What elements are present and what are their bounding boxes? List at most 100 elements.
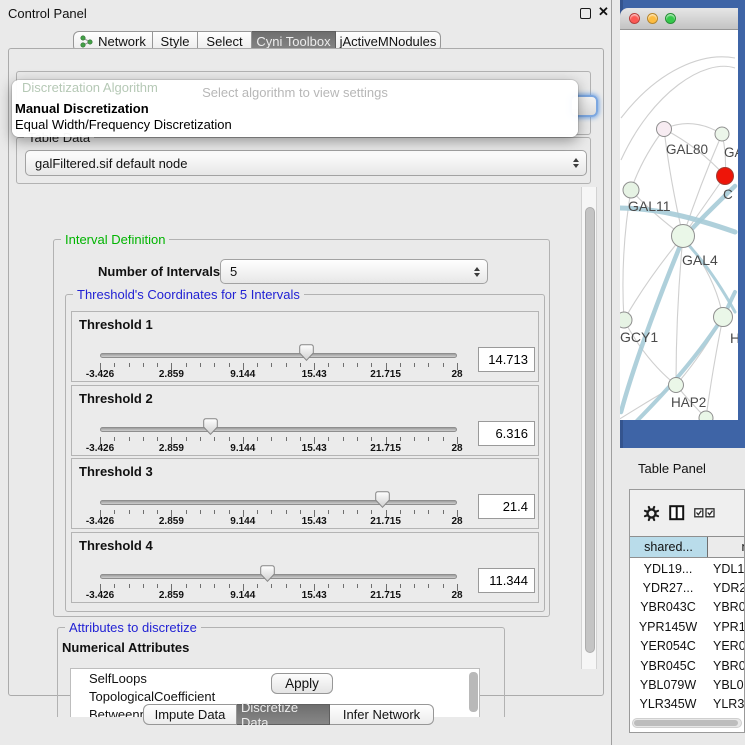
slider-tick [214,437,215,441]
threshold-value-field[interactable]: 6.316 [478,421,535,446]
slider-thumb[interactable] [260,565,275,582]
column-header[interactable]: na [707,537,745,557]
bottom-tab-bar: Impute DataDiscretize DataInfer Network [143,704,434,725]
panel-title: Control Panel [8,6,87,21]
apply-button[interactable]: Apply [271,673,333,694]
attr-list-scrollbar[interactable] [469,672,478,712]
tick-label: 2.859 [159,590,184,601]
network-node[interactable] [714,308,733,327]
cell-shared-name: YBR043C [630,600,706,614]
panel-scrollbar[interactable] [581,187,597,669]
slider-tick [186,510,187,514]
interval-definition-group: Interval Definition Number of Intervals … [53,239,550,617]
network-node[interactable] [715,127,729,141]
slider-tick [186,437,187,441]
slider-tick [443,437,444,441]
tab-label: jActiveMNodules [340,34,437,49]
split-columns-icon[interactable] [669,505,685,521]
table-hscrollbar-thumb[interactable] [634,720,738,726]
slider-thumb[interactable] [375,491,390,508]
algorithm-option[interactable]: Manual Discretization [15,101,149,116]
select-columns-icons[interactable] [694,508,716,518]
panel-scrollbar-thumb[interactable] [585,207,595,653]
cell-name: YBL0 [706,678,744,692]
thresholds-group: Threshold's Coordinates for 5 Intervals … [65,294,545,612]
tick-label: 15.43 [302,369,327,380]
table-row[interactable]: YLR345WYLR3 [630,695,745,714]
network-node[interactable] [657,122,672,137]
control-panel: Control Panel ✕ NetworkStyleSelectCyni T… [0,0,612,745]
threshold-value-field[interactable]: 14.713 [478,347,535,372]
slider-tick [114,437,115,441]
slider-tick [343,363,344,367]
combo-stepper-icon [474,267,480,277]
slider-tick [214,510,215,514]
combo-stepper-icon [573,158,579,168]
threshold-label: Threshold 2 [79,391,153,406]
slider-tick [328,437,329,441]
threshold-value-field[interactable]: 11.344 [478,568,535,593]
table-row[interactable]: YDL19...YDL1 [630,559,745,578]
table-data-combo[interactable]: galFiltered.sif default node [25,150,587,176]
tick-label: 15.43 [302,516,327,527]
tick-label: 9.144 [230,590,255,601]
close-traffic-light[interactable] [629,13,640,24]
column-header[interactable]: shared... [630,537,707,557]
tick-label: 15.43 [302,590,327,601]
gear-icon[interactable] [643,505,660,522]
tick-label: 21.715 [370,516,401,527]
tab-discretize-data[interactable]: Discretize Data [237,704,330,725]
network-node[interactable] [623,182,639,198]
threshold-value-field[interactable]: 21.4 [478,494,535,519]
cell-shared-name: YER054C [630,639,706,653]
attributes-title: Attributes to discretize [65,620,201,635]
network-node[interactable] [717,168,734,185]
close-icon[interactable]: ✕ [598,4,609,20]
zoom-traffic-light[interactable] [665,13,676,24]
slider-tick [214,584,215,588]
scroll-viewport: Interval Definition Number of Intervals … [23,235,587,717]
tab-infer-network[interactable]: Infer Network [330,704,434,725]
table-panel-title: Table Panel [638,461,706,476]
table-row[interactable]: YER054CYER0 [630,637,745,656]
cell-name: YBR0 [706,659,745,673]
slider-track[interactable] [100,427,457,432]
float-panel-icon[interactable] [580,8,591,19]
network-icon [80,35,93,48]
slider-tick [428,584,429,588]
tick-label: -3.426 [86,590,114,601]
table-row[interactable]: YBR045CYBR0 [630,656,745,675]
tab-impute-data[interactable]: Impute Data [143,704,237,725]
cell-shared-name: YPR145W [630,620,706,634]
slider-thumb[interactable] [203,418,218,435]
network-node[interactable] [699,411,713,420]
node-label: GAL4 [682,252,718,268]
slider-tick [357,363,358,367]
slider-tick [428,363,429,367]
algorithm-option[interactable]: Equal Width/Frequency Discretization [15,117,232,132]
minimize-traffic-light[interactable] [647,13,658,24]
tick-label: 28 [451,516,462,527]
table-row[interactable]: YBL079WYBL0 [630,675,745,694]
table-hscrollbar[interactable] [632,718,742,728]
slider-track[interactable] [100,574,457,579]
interval-definition-title: Interval Definition [61,235,169,247]
table-row[interactable]: YPR145WYPR1 [630,617,745,636]
network-node[interactable] [672,225,695,248]
network-canvas[interactable]: GAL80GACGAL11GAL4GCY1HHAP2 [620,30,738,420]
num-intervals-combo[interactable]: 5 [220,259,488,284]
table-row[interactable]: YDR27...YDR2 [630,578,745,597]
table-row[interactable]: YBR043CYBR0 [630,598,745,617]
slider-tick [300,437,301,441]
node-label: C [723,187,733,202]
slider-thumb[interactable] [299,344,314,361]
slider-track[interactable] [100,353,457,358]
network-window-titlebar[interactable] [620,8,738,30]
slider-tick [143,510,144,514]
network-node[interactable] [669,378,684,393]
table-data-group: Table Data galFiltered.sif default node [16,137,591,184]
slider-tick [286,584,287,588]
network-node[interactable] [620,312,632,328]
slider-track[interactable] [100,500,457,505]
slider-tick [257,584,258,588]
